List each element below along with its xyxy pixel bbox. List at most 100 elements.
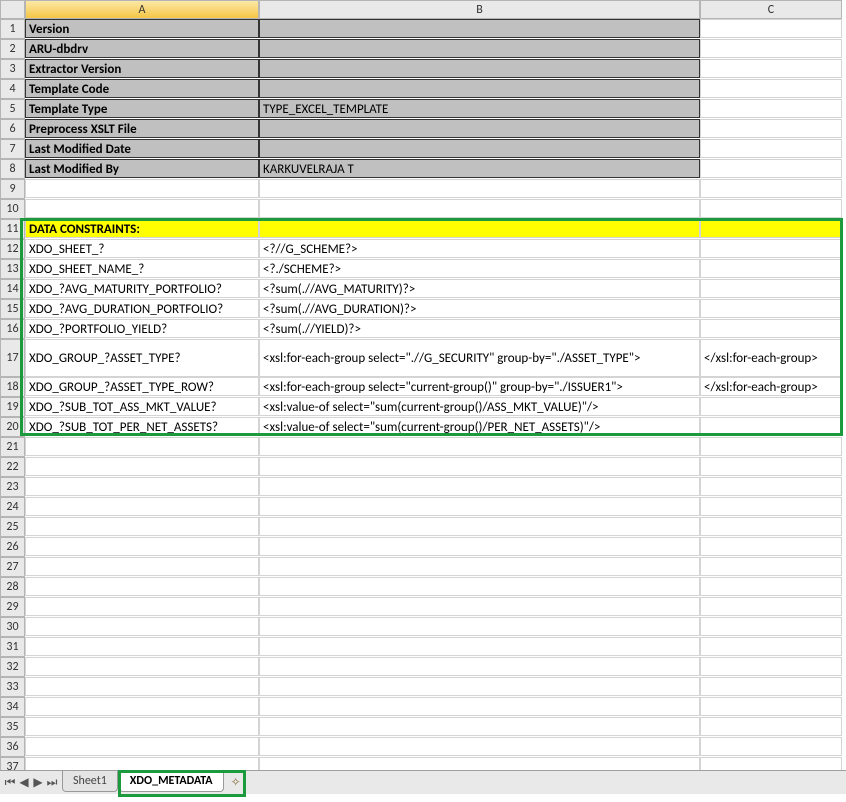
cell-a-23[interactable]: [25, 477, 259, 496]
cell-b-12[interactable]: <?//G_SCHEME?>: [259, 239, 700, 258]
cell-a-7[interactable]: Last Modified Date: [25, 139, 259, 158]
cell-a-32[interactable]: [25, 657, 259, 676]
cell-b-35[interactable]: [259, 717, 700, 736]
nav-prev-icon[interactable]: ◀: [18, 775, 30, 790]
cell-b-5[interactable]: TYPE_EXCEL_TEMPLATE: [259, 99, 700, 118]
cell-c-23[interactable]: [700, 477, 842, 496]
cell-a-27[interactable]: [25, 557, 259, 576]
row-header-28[interactable]: 28: [0, 577, 25, 597]
row-header-18[interactable]: 18: [0, 377, 25, 397]
cell-b-14[interactable]: <?sum(.//AVG_MATURITY)?>: [259, 279, 700, 298]
cell-b-6[interactable]: [259, 119, 700, 138]
cell-a-8[interactable]: Last Modified By: [25, 159, 259, 178]
cell-a-26[interactable]: [25, 537, 259, 556]
cell-b-33[interactable]: [259, 677, 700, 696]
cell-c-10[interactable]: [700, 199, 842, 218]
cell-b-16[interactable]: <?sum(.//YIELD)?>: [259, 319, 700, 338]
cell-a-25[interactable]: [25, 517, 259, 536]
row-header-11[interactable]: 11: [0, 219, 25, 239]
row-header-5[interactable]: 5: [0, 99, 25, 119]
cell-c-14[interactable]: [700, 279, 842, 298]
cell-c-30[interactable]: [700, 617, 842, 636]
cell-c-6[interactable]: [700, 119, 842, 138]
cell-c-28[interactable]: [700, 577, 842, 596]
cell-c-9[interactable]: [700, 179, 842, 198]
row-header-31[interactable]: 31: [0, 637, 25, 657]
row-header-30[interactable]: 30: [0, 617, 25, 637]
cell-b-36[interactable]: [259, 737, 700, 756]
cell-b-23[interactable]: [259, 477, 700, 496]
cell-a-30[interactable]: [25, 617, 259, 636]
row-header-12[interactable]: 12: [0, 239, 25, 259]
cell-a-12[interactable]: XDO_SHEET_?: [25, 239, 259, 258]
row-header-21[interactable]: 21: [0, 437, 25, 457]
row-header-24[interactable]: 24: [0, 497, 25, 517]
cell-c-36[interactable]: [700, 737, 842, 756]
cell-a-24[interactable]: [25, 497, 259, 516]
cell-b-21[interactable]: [259, 437, 700, 456]
cell-a-9[interactable]: [25, 179, 259, 198]
row-header-1[interactable]: 1: [0, 19, 25, 39]
cell-c-13[interactable]: [700, 259, 842, 278]
cell-c-20[interactable]: [700, 417, 842, 436]
cell-b-32[interactable]: [259, 657, 700, 676]
cell-b-15[interactable]: <?sum(.//AVG_DURATION)?>: [259, 299, 700, 318]
col-header-B[interactable]: B: [259, 0, 700, 19]
cell-b-11[interactable]: [259, 219, 700, 238]
row-header-29[interactable]: 29: [0, 597, 25, 617]
tab-sheet1[interactable]: Sheet1: [62, 771, 118, 792]
cell-c-2[interactable]: [700, 39, 842, 58]
cell-b-10[interactable]: [259, 199, 700, 218]
cell-a-33[interactable]: [25, 677, 259, 696]
cell-c-5[interactable]: [700, 99, 842, 118]
cell-c-7[interactable]: [700, 139, 842, 158]
new-sheet-icon[interactable]: ✧: [225, 772, 247, 793]
cell-b-17[interactable]: <xsl:for-each-group select=".//G_SECURIT…: [259, 339, 700, 377]
nav-next-icon[interactable]: ▶: [32, 775, 44, 790]
cell-b-13[interactable]: <?./SCHEME?>: [259, 259, 700, 278]
cell-c-19[interactable]: [700, 397, 842, 416]
row-header-16[interactable]: 16: [0, 319, 25, 339]
row-header-2[interactable]: 2: [0, 39, 25, 59]
cell-b-22[interactable]: [259, 457, 700, 476]
cell-c-4[interactable]: [700, 79, 842, 98]
select-all-corner[interactable]: [0, 0, 25, 19]
cell-a-5[interactable]: Template Type: [25, 99, 259, 118]
cell-b-26[interactable]: [259, 537, 700, 556]
cell-a-14[interactable]: XDO_?AVG_MATURITY_PORTFOLIO?: [25, 279, 259, 298]
cell-a-3[interactable]: Extractor Version: [25, 59, 259, 78]
cell-c-15[interactable]: [700, 299, 842, 318]
row-header-8[interactable]: 8: [0, 159, 25, 179]
cell-c-16[interactable]: [700, 319, 842, 338]
cell-b-1[interactable]: [259, 19, 700, 38]
row-header-33[interactable]: 33: [0, 677, 25, 697]
cell-a-11[interactable]: DATA CONSTRAINTS:: [25, 219, 259, 238]
cell-a-28[interactable]: [25, 577, 259, 596]
row-header-23[interactable]: 23: [0, 477, 25, 497]
cell-c-17[interactable]: </xsl:for-each-group>: [700, 339, 842, 377]
cell-a-6[interactable]: Preprocess XSLT File: [25, 119, 259, 138]
cell-a-34[interactable]: [25, 697, 259, 716]
cell-b-28[interactable]: [259, 577, 700, 596]
nav-last-icon[interactable]: ⏭: [46, 776, 58, 790]
row-header-17[interactable]: 17: [0, 339, 25, 377]
cell-c-8[interactable]: [700, 159, 842, 178]
cell-a-36[interactable]: [25, 737, 259, 756]
cell-b-29[interactable]: [259, 597, 700, 616]
cell-a-2[interactable]: ARU-dbdrv: [25, 39, 259, 58]
cell-b-31[interactable]: [259, 637, 700, 656]
cell-b-3[interactable]: [259, 59, 700, 78]
row-header-32[interactable]: 32: [0, 657, 25, 677]
col-header-A[interactable]: A: [25, 0, 259, 19]
tab-xdo-metadata[interactable]: XDO_METADATA: [119, 771, 224, 792]
cell-b-18[interactable]: <xsl:for-each-group select="current-grou…: [259, 377, 700, 396]
row-header-14[interactable]: 14: [0, 279, 25, 299]
row-header-22[interactable]: 22: [0, 457, 25, 477]
cell-a-17[interactable]: XDO_GROUP_?ASSET_TYPE?: [25, 339, 259, 377]
cell-c-34[interactable]: [700, 697, 842, 716]
cell-a-29[interactable]: [25, 597, 259, 616]
row-header-4[interactable]: 4: [0, 79, 25, 99]
row-header-15[interactable]: 15: [0, 299, 25, 319]
cell-c-26[interactable]: [700, 537, 842, 556]
cell-b-19[interactable]: <xsl:value-of select="sum(current-group(…: [259, 397, 700, 416]
